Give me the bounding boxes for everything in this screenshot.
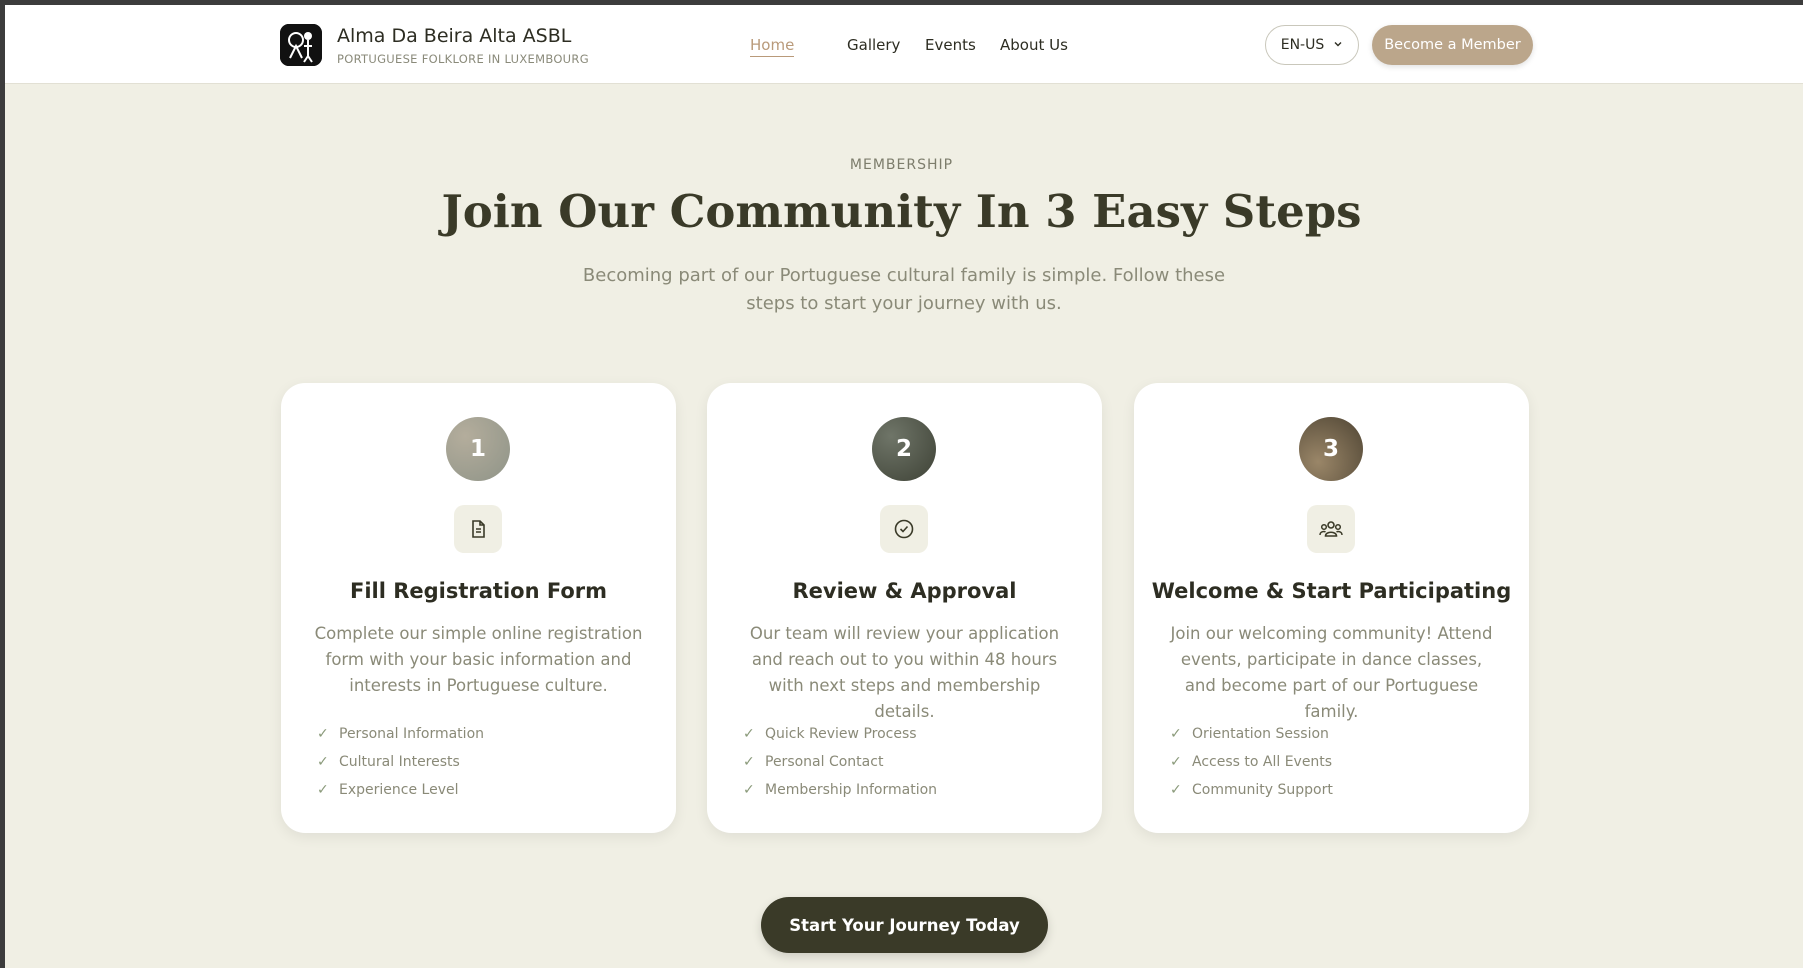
brand-name[interactable]: Alma Da Beira Alta ASBL [337,25,571,47]
list-item: ✓ Cultural Interests [317,748,484,776]
list-item-label: Orientation Session [1192,726,1329,742]
list-item-label: Membership Information [765,782,938,798]
check-icon: ✓ [743,754,755,770]
step-number-badge: 1 [446,417,510,481]
section-eyebrow: MEMBERSHIP [849,157,954,173]
step-card-2: 2 Review & Approval Our team will review… [707,383,1102,833]
become-member-button[interactable]: Become a Member [1372,25,1533,65]
list-item: ✓ Personal Contact [743,748,937,776]
check-icon: ✓ [1170,754,1182,770]
language-value: EN-US [1280,37,1325,53]
check-icon: ✓ [1170,726,1182,742]
nav-events[interactable]: Events [925,36,976,54]
list-item: ✓ Orientation Session [1170,720,1333,748]
list-item: ✓ Membership Information [743,776,937,804]
list-item-label: Access to All Events [1192,754,1333,770]
list-item-label: Community Support [1192,782,1333,798]
chevron-down-icon [1333,37,1343,53]
step-title: Review & Approval [792,579,1017,603]
step-description: Our team will review your application an… [749,624,1060,721]
check-icon: ✓ [743,726,755,742]
brand-tagline: PORTUGUESE FOLKLORE IN LUXEMBOURG [337,52,589,66]
check-icon: ✓ [1170,782,1182,798]
check-icon: ✓ [317,726,329,742]
step-title: Welcome & Start Participating [1151,579,1512,603]
list-item: ✓ Access to All Events [1170,748,1333,776]
step-number-badge: 2 [872,417,936,481]
language-selector[interactable]: EN-US [1265,25,1359,65]
list-item: ✓ Community Support [1170,776,1333,804]
step-number-badge: 3 [1299,417,1363,481]
list-item-label: Personal Information [339,726,485,742]
step-title: Fill Registration Form [349,579,608,603]
list-item: ✓ Experience Level [317,776,484,804]
logo[interactable] [280,24,322,66]
step-description: Complete our simple online registration … [314,624,643,695]
check-icon: ✓ [317,782,329,798]
list-item-label: Quick Review Process [765,726,917,742]
list-item-label: Cultural Interests [339,754,460,770]
list-item: ✓ Personal Information [317,720,484,748]
window-left-edge [0,0,5,968]
step-checklist: ✓ Quick Review Process ✓ Personal Contact … [743,720,937,804]
step-description: Join our welcoming community! Attend eve… [1170,624,1493,721]
step-card-1: 1 Fill Registration Form Complete our si… [281,383,676,833]
list-item-label: Personal Contact [765,754,884,770]
check-circle-icon [880,505,928,553]
step-checklist: ✓ Orientation Session ✓ Access to All Even… [1170,720,1333,804]
document-icon [454,505,502,553]
users-icon [1307,505,1355,553]
list-item: ✓ Quick Review Process [743,720,937,748]
site-header: Alma Da Beira Alta ASBL PORTUGUESE FOLKL… [5,5,1803,84]
check-icon: ✓ [317,754,329,770]
nav-about-us[interactable]: About Us [1000,36,1068,54]
section-intro: Becoming part of our Portuguese cultural… [582,265,1226,314]
nav-gallery[interactable]: Gallery [847,36,900,54]
start-journey-button[interactable]: Start Your Journey Today [761,897,1048,953]
check-icon: ✓ [743,782,755,798]
step-checklist: ✓ Personal Information ✓ Cultural Interest… [317,720,484,804]
page-title: Join Our Community In 3 Easy Steps [441,185,1362,238]
step-card-3: 3 Welcome & Start Participating Join our… [1134,383,1529,833]
nav-home[interactable]: Home [750,36,795,57]
list-item-label: Experience Level [339,782,459,798]
